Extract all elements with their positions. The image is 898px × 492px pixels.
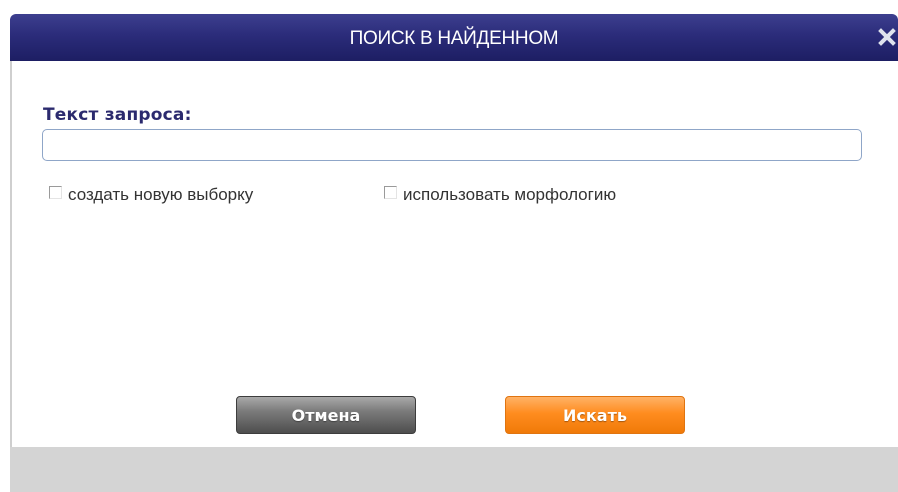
query-input[interactable]	[42, 129, 862, 161]
dialog-footer	[10, 447, 898, 492]
dialog-title: ПОИСК В НАЙДЕННОМ	[349, 28, 559, 49]
new-selection-label: создать новую выборку	[68, 185, 254, 204]
new-selection-option[interactable]: создать новую выборку	[49, 182, 253, 208]
search-in-results-dialog: ПОИСК В НАЙДЕННОМ Текст запроса: создать…	[10, 14, 898, 492]
query-label: Текст запроса:	[43, 105, 192, 125]
morphology-checkbox[interactable]	[384, 185, 397, 199]
dialog-titlebar: ПОИСК В НАЙДЕННОМ	[10, 14, 898, 61]
morphology-label: использовать морфологию	[403, 185, 617, 204]
new-selection-checkbox[interactable]	[49, 185, 62, 199]
dialog-left-border	[10, 61, 12, 447]
close-icon[interactable]	[878, 27, 896, 47]
cancel-button[interactable]: Отмена	[236, 396, 416, 434]
search-button[interactable]: Искать	[505, 396, 685, 434]
morphology-option[interactable]: использовать морфологию	[384, 182, 616, 208]
